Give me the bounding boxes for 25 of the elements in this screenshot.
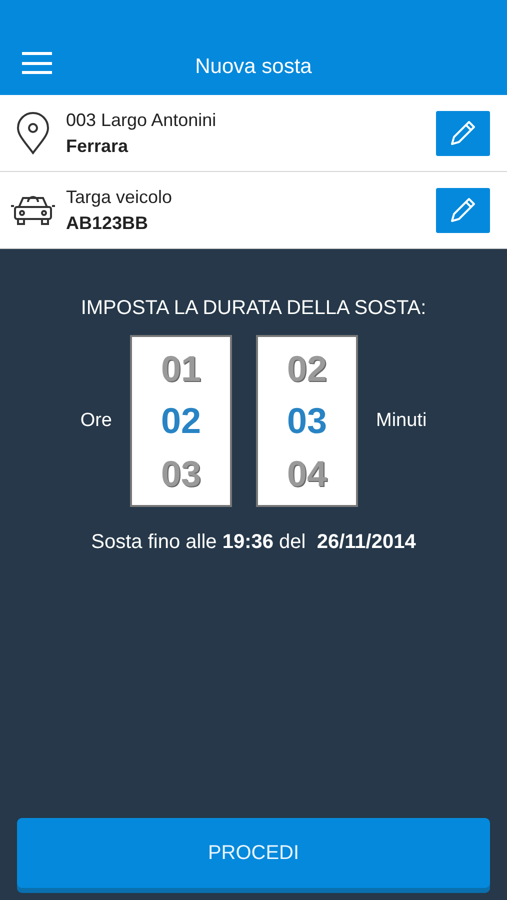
duration-heading: IMPOSTA LA DURATA DELLA SOSTA: <box>80 297 426 320</box>
number-picker[interactable]: 01 02 03 <box>130 335 232 507</box>
edit-button[interactable] <box>436 110 490 156</box>
pencil-icon <box>448 195 478 225</box>
row-value: Ferrara <box>66 136 130 156</box>
picker-value[interactable]: 03 <box>286 400 328 442</box>
menu-icon[interactable] <box>22 52 52 74</box>
row-value: AB123BB <box>66 212 150 234</box>
picker-value[interactable]: 01 <box>160 348 202 390</box>
picker-value[interactable]: 04 <box>286 452 328 494</box>
row-label: 003 Largo Antonini <box>66 110 218 130</box>
row-label: Targa veicolo <box>66 186 174 208</box>
picker-value[interactable]: 02 <box>286 348 328 390</box>
picker-label: Minuti <box>376 410 427 432</box>
picker-label: Ore <box>80 410 112 432</box>
number-picker[interactable]: 02 03 04 <box>256 335 358 507</box>
pencil-icon <box>448 118 478 148</box>
screen-title: Nuova sosta <box>194 55 313 79</box>
car-icon <box>10 193 56 227</box>
proceed-button[interactable]: PROCEDI <box>17 818 490 888</box>
location-pin-icon <box>14 111 52 155</box>
edit-button[interactable] <box>436 188 490 232</box>
picker-value[interactable]: 03 <box>160 452 202 494</box>
picker-value[interactable]: 02 <box>160 400 202 442</box>
end-time-text: Sosta fino alle 19:36 del 26/11/2014 <box>91 531 416 554</box>
